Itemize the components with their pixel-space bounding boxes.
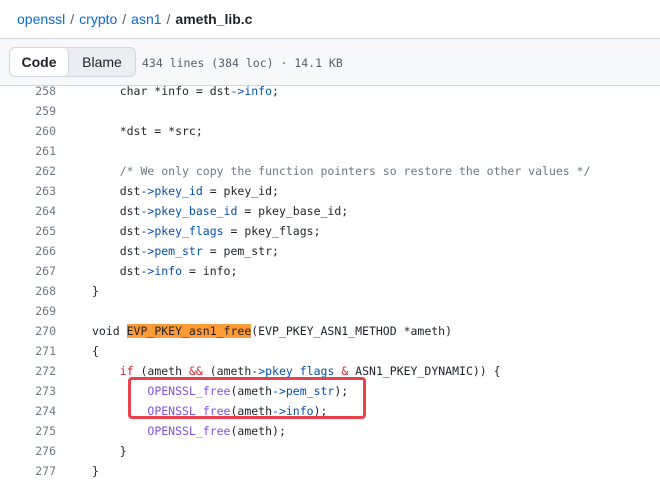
breadcrumb-separator: / — [166, 11, 171, 27]
code-text: dst->info = info; — [92, 264, 238, 278]
line-number[interactable]: 263 — [0, 181, 56, 201]
code-line: 258 char *info = dst->info; — [0, 81, 660, 101]
line-number[interactable]: 273 — [0, 381, 56, 401]
breadcrumb: openssl / crypto / asn1/ameth_lib.c — [17, 8, 252, 30]
code-text: void EVP_PKEY_asn1_free(EVP_PKEY_ASN1_ME… — [92, 324, 453, 338]
code-line: 262 /* We only copy the function pointer… — [0, 161, 660, 181]
code-line: 260 *dst = *src; — [0, 121, 660, 141]
breadcrumb-repo-link[interactable]: openssl — [17, 11, 65, 27]
code-line: 271 { — [0, 341, 660, 361]
line-number[interactable]: 261 — [0, 141, 56, 161]
code-view: 258 char *info = dst->info; 259 260 *dst =… — [0, 81, 660, 485]
code-line: 275 OPENSSL_free(ameth); — [0, 421, 660, 441]
code-text: dst->pkey_flags = pkey_flags; — [92, 224, 321, 238]
line-number[interactable]: 265 — [0, 221, 56, 241]
line-number[interactable]: 272 — [0, 361, 56, 381]
line-number[interactable]: 276 — [0, 441, 56, 461]
code-line: 267 dst->info = info; — [0, 261, 660, 281]
line-number[interactable]: 271 — [0, 341, 56, 361]
highlighted-symbol[interactable]: EVP_PKEY_asn1_free — [126, 324, 252, 338]
line-number[interactable]: 266 — [0, 241, 56, 261]
code-line: 270 void EVP_PKEY_asn1_free(EVP_PKEY_ASN1… — [0, 321, 660, 341]
code-text: dst->pem_str = pem_str; — [92, 244, 279, 258]
line-number[interactable]: 267 — [0, 261, 56, 281]
code-text: } — [92, 464, 99, 478]
breadcrumb-separator: / — [70, 11, 75, 27]
code-line: 276 } — [0, 441, 660, 461]
code-text: char *info = dst->info; — [92, 84, 279, 98]
line-number[interactable]: 268 — [0, 281, 56, 301]
blame-view-button[interactable]: Blame — [69, 48, 135, 76]
file-toolbar: Code Blame 434 lines (384 loc) · 14.1 KB — [0, 38, 660, 86]
line-number[interactable]: 264 — [0, 201, 56, 221]
code-line: 264 dst->pkey_base_id = pkey_base_id; — [0, 201, 660, 221]
line-number[interactable]: 260 — [0, 121, 56, 141]
breadcrumb-separator: / — [122, 11, 127, 27]
line-number[interactable]: 269 — [0, 301, 56, 321]
code-line: 263 dst->pkey_id = pkey_id; — [0, 181, 660, 201]
line-number[interactable]: 262 — [0, 161, 56, 181]
code-text: /* We only copy the function pointers so… — [92, 164, 591, 178]
line-number[interactable]: 270 — [0, 321, 56, 341]
code-text: { — [92, 344, 99, 358]
code-line: 268} — [0, 281, 660, 301]
code-view-button[interactable]: Code — [10, 48, 69, 76]
line-number[interactable]: 258 — [0, 81, 56, 101]
code-text: dst->pkey_id = pkey_id; — [92, 184, 279, 198]
code-line: 261 — [0, 141, 660, 161]
code-text: dst->pkey_base_id = pkey_base_id; — [92, 204, 349, 218]
line-number[interactable]: 277 — [0, 461, 56, 481]
code-line: 259 — [0, 101, 660, 121]
file-info: 434 lines (384 loc) · 14.1 KB — [142, 56, 343, 70]
breadcrumb-current-file: ameth_lib.c — [175, 11, 253, 27]
code-text: *dst = *src; — [92, 124, 203, 138]
code-line: 269 — [0, 301, 660, 321]
code-text: OPENSSL_free(ameth); — [147, 424, 286, 438]
breadcrumb-dir-asn1-link[interactable]: asn1 — [131, 11, 161, 27]
code-line: 277} — [0, 461, 660, 481]
annotation-highlight-box — [128, 377, 366, 419]
code-text: } — [92, 444, 127, 458]
breadcrumb-dir-crypto-link[interactable]: crypto — [79, 11, 117, 27]
code-text: } — [92, 284, 99, 298]
code-line: 265 dst->pkey_flags = pkey_flags; — [0, 221, 660, 241]
code-line: 266 dst->pem_str = pem_str; — [0, 241, 660, 261]
line-number[interactable]: 274 — [0, 401, 56, 421]
line-number[interactable]: 275 — [0, 421, 56, 441]
line-number[interactable]: 259 — [0, 101, 56, 121]
view-mode-toggle: Code Blame — [9, 47, 136, 77]
